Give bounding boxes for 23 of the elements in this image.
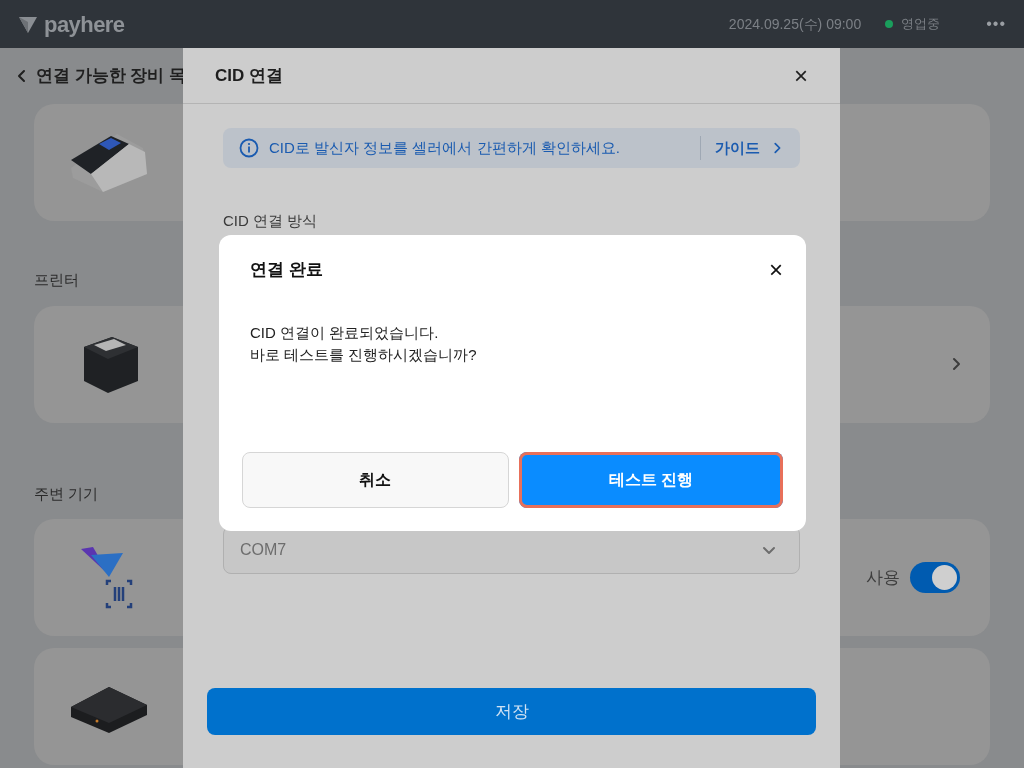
dialog-button[interactable]: 테스트 진행 xyxy=(518,452,783,508)
dialog-message: 바로 테스트를 진행하시겠습니까? xyxy=(250,345,478,365)
more-button[interactable]: ••• xyxy=(986,12,1006,36)
banner-text: CID로 발신자 정보를 셀러에서 간편하게 확인하세요. xyxy=(269,137,621,158)
dialog-message: CID 연결이 완료되었습니다. xyxy=(250,323,440,343)
field-label: CID 연결 방식 xyxy=(223,211,319,231)
datetime-text: 2024.09.25(수) 09:00 xyxy=(728,14,862,34)
logo-text: payhere xyxy=(44,10,125,39)
toggle-label: 사용 xyxy=(866,566,900,589)
save-button[interactable]: 저장 xyxy=(207,688,816,735)
toggle-switch[interactable] xyxy=(910,562,960,593)
info-icon xyxy=(239,138,259,158)
dialog-title: 연결 완료 xyxy=(250,259,323,282)
section-title: 주변 기기 xyxy=(34,483,99,504)
sheet-title: CID 연결 xyxy=(215,64,283,87)
close-button[interactable]: × xyxy=(769,258,783,282)
section-title: 프린터 xyxy=(34,270,79,290)
guide-link[interactable]: 가이드 xyxy=(700,136,784,160)
status-text: 영업중 xyxy=(901,15,941,34)
logo-icon xyxy=(18,14,38,34)
close-button[interactable]: × xyxy=(794,63,808,88)
dialog-button[interactable]: 취소 xyxy=(242,452,509,508)
page-title: 연결 가능한 장비 목 xyxy=(36,65,187,88)
